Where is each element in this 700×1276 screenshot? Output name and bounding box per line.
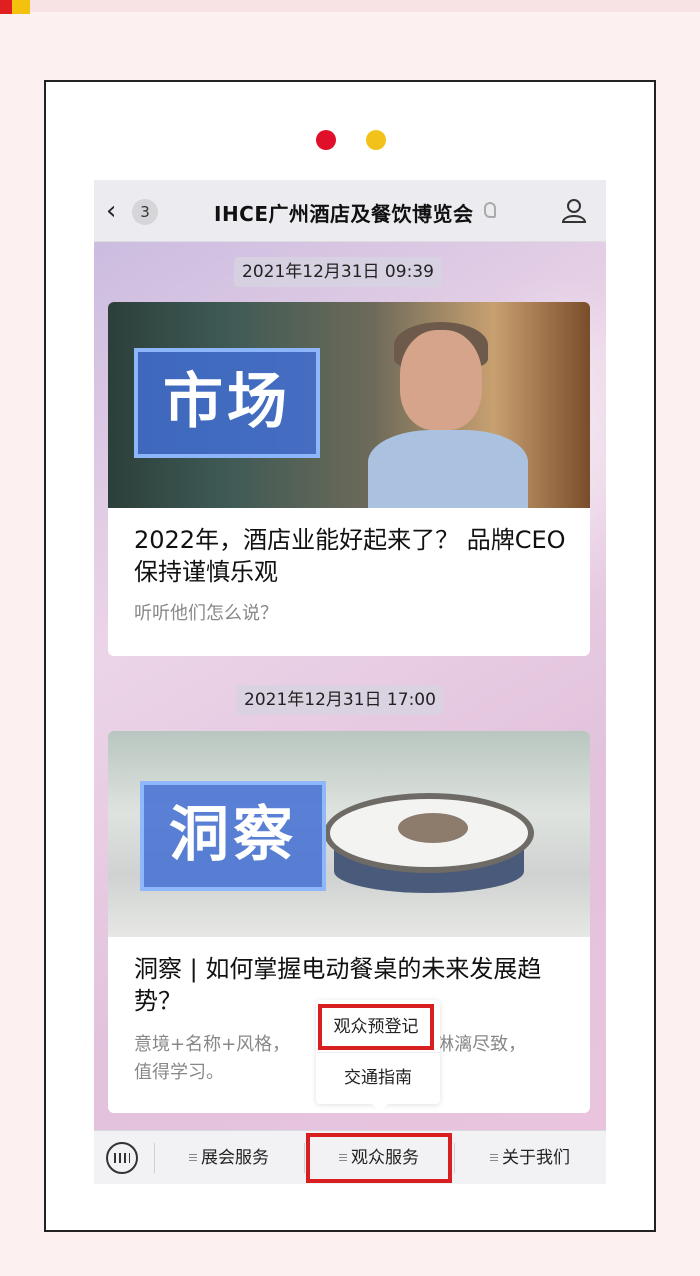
menu-exhibition-service[interactable]: 展会服务 [154, 1131, 304, 1184]
menu-lines-icon [490, 1153, 498, 1163]
article-desc: 听听他们怎么说？ [134, 603, 278, 624]
wechat-screen: ‹ 3 IHCE广州酒店及餐饮博览会 2021年12月31日 09:39 市场 [94, 180, 606, 1184]
red-dot [316, 130, 336, 150]
phone-frame: ‹ 3 IHCE广州酒店及餐饮博览会 2021年12月31日 09:39 市场 [44, 80, 656, 1232]
yellow-square [12, 0, 30, 14]
menu-lines-icon [339, 1153, 347, 1163]
message-timestamp: 2021年12月31日 09:39 [234, 257, 442, 287]
article-desc-line2: 值得学习。 [134, 1062, 224, 1083]
yellow-dot [366, 130, 386, 150]
cover-label: 市场 [134, 348, 320, 458]
ear-icon [484, 202, 496, 218]
submenu-item-traffic-guide[interactable]: 交通指南 [316, 1052, 440, 1102]
ceo-photo [338, 320, 538, 508]
red-square [0, 0, 12, 14]
submenu-popup: 观众预登记 交通指南 [316, 1000, 440, 1112]
menu-label: 关于我们 [502, 1148, 570, 1168]
menu-visitor-service[interactable]: 观众服务 [304, 1131, 454, 1184]
unread-badge: 3 [132, 199, 158, 225]
top-decoration [0, 0, 700, 34]
menu-about-us[interactable]: 关于我们 [454, 1131, 606, 1184]
article-cover-image: 洞察 [108, 731, 590, 937]
top-strip [0, 0, 700, 12]
keyboard-icon[interactable] [106, 1142, 138, 1174]
menu-label: 展会服务 [201, 1148, 269, 1168]
bottom-menu-bar: 展会服务 观众服务 关于我们 [94, 1130, 606, 1184]
menu-lines-icon [189, 1153, 197, 1163]
nav-bar: ‹ 3 IHCE广州酒店及餐饮博览会 [94, 180, 606, 242]
article-cover-image: 市场 [108, 302, 590, 508]
message-timestamp: 2021年12月31日 17:00 [236, 685, 444, 715]
cover-label: 洞察 [140, 781, 326, 891]
menu-label: 观众服务 [351, 1148, 419, 1168]
user-profile-icon[interactable] [560, 196, 588, 224]
submenu-item-visitor-registration[interactable]: 观众预登记 [318, 1004, 434, 1050]
chat-area[interactable]: 2021年12月31日 09:39 市场 2022年，酒店业能好起来了？ 品牌C… [94, 242, 606, 1130]
back-icon[interactable]: ‹ [106, 198, 116, 224]
chat-title: IHCE广州酒店及餐饮博览会 [214, 202, 474, 226]
article-card[interactable]: 市场 2022年，酒店业能好起来了？ 品牌CEO保持谨慎乐观 听听他们怎么说？ [108, 302, 590, 656]
article-title: 2022年，酒店业能好起来了？ 品牌CEO保持谨慎乐观 [134, 526, 566, 586]
article-desc-part: 意境+名称+风格， [134, 1034, 291, 1055]
